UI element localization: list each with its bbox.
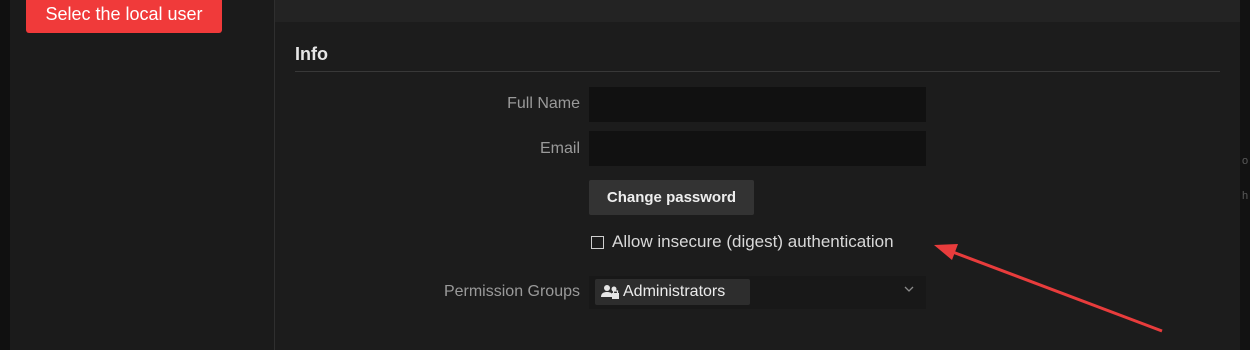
email-label: Email <box>539 140 580 157</box>
insecure-auth-row[interactable]: Allow insecure (digest) authentication <box>591 232 894 252</box>
insecure-auth-checkbox[interactable] <box>591 235 604 249</box>
section-divider <box>295 71 1220 72</box>
permission-groups-label: Permission Groups <box>443 283 580 300</box>
permission-group-chip-label: Administrators <box>623 283 726 300</box>
user-group-icon <box>601 285 619 299</box>
sidebar <box>10 0 274 350</box>
full-name-input[interactable] <box>589 87 926 122</box>
window-frame-right <box>1240 0 1250 350</box>
insecure-auth-label: Allow insecure (digest) authentication <box>612 232 894 251</box>
annotation-callout: Selec the local user <box>26 0 222 33</box>
section-title-info: Info <box>295 44 328 64</box>
change-password-button[interactable]: Change password <box>589 180 754 215</box>
permission-group-chip[interactable]: Administrators <box>595 279 750 305</box>
window-frame-left <box>0 0 10 350</box>
edge-fragment: o <box>1242 155 1249 167</box>
email-input[interactable] <box>589 131 926 166</box>
full-name-label: Full Name <box>507 95 580 112</box>
edge-fragment: h <box>1242 190 1249 202</box>
change-password-label: Change password <box>606 189 737 206</box>
chevron-down-icon[interactable] <box>903 285 915 293</box>
header-strip <box>275 0 1240 22</box>
